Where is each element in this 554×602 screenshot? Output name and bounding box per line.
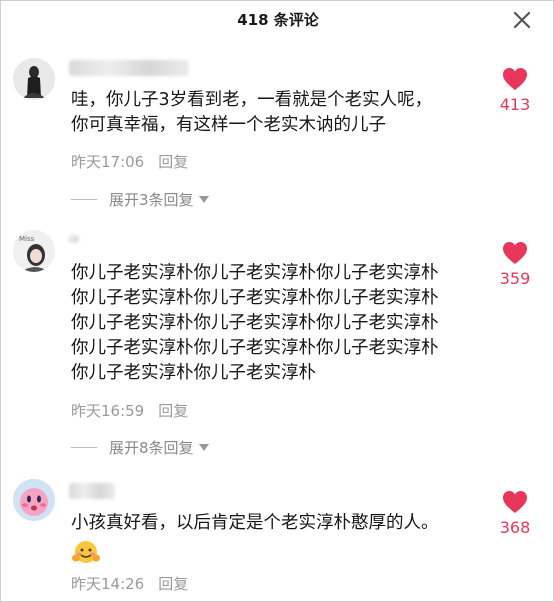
- expand-replies-label: 展开3条回复: [109, 191, 194, 209]
- caret-down-icon: [198, 196, 209, 203]
- comment-line: 你儿子老实淳朴你儿子老实淳朴你儿子老实淳朴: [71, 338, 439, 358]
- heart-icon: [503, 491, 527, 513]
- comment-text: 小孩真好看，以后肯定是个老实淳朴憨厚的人。: [71, 511, 491, 536]
- reply-button[interactable]: 回复: [158, 153, 188, 171]
- username-blurred: [69, 483, 115, 499]
- comment-line: 你儿子老实淳朴你儿子老实淳朴你儿子老实淳朴: [71, 263, 439, 283]
- comment-time: 昨天17:06: [71, 153, 145, 171]
- like-count: 368: [499, 518, 531, 537]
- svg-text:Miss: Miss: [19, 235, 35, 243]
- comment-meta: 昨天17:06 回复: [71, 151, 188, 172]
- divider-dash: [71, 199, 97, 200]
- like-count: 413: [499, 95, 531, 114]
- comments-count-title: 418 条评论: [237, 11, 319, 29]
- comment-text: 哇，你儿子3岁看到老，一看就是个老实人呢， 你可真幸福，有这样一个老实木讷的儿子: [71, 88, 491, 138]
- comment-meta: 昨天14:26 回复: [71, 573, 188, 594]
- username-blurred: [69, 60, 189, 76]
- close-icon[interactable]: [511, 9, 533, 31]
- like-count: 359: [499, 269, 531, 288]
- avatar-image: [13, 58, 55, 100]
- comment-line: 你儿子老实淳朴你儿子老实淳朴你儿子老实淳朴: [71, 313, 439, 333]
- reply-button[interactable]: 回复: [158, 575, 188, 593]
- avatar[interactable]: [13, 479, 55, 521]
- comment-line: 哇，你儿子3岁看到老，一看就是个老实人呢，: [71, 90, 433, 110]
- comment-time: 昨天16:59: [71, 402, 145, 420]
- comment-meta: 昨天16:59 回复: [71, 400, 188, 421]
- like-button[interactable]: 413: [495, 67, 535, 114]
- comment-text: 你儿子老实淳朴你儿子老实淳朴你儿子老实淳朴 你儿子老实淳朴你儿子老实淳朴你儿子老…: [71, 261, 491, 386]
- avatar-image: Miss: [13, 230, 55, 272]
- heart-icon: [503, 68, 527, 90]
- expand-replies-button[interactable]: 展开3条回复: [71, 189, 209, 210]
- avatar[interactable]: [13, 58, 55, 100]
- comments-header: 418 条评论: [1, 1, 554, 39]
- caret-down-icon: [198, 444, 209, 451]
- hug-emoji-icon: [72, 541, 100, 563]
- heart-icon: [503, 242, 527, 264]
- comment-line: 你可真幸福，有这样一个老实木讷的儿子: [71, 115, 386, 135]
- like-button[interactable]: 368: [495, 490, 535, 537]
- comment-panel: 418 条评论 哇，你儿子3岁看到老，一看就是个老实人呢， 你可真幸福，有这样一…: [0, 0, 554, 602]
- comment-time: 昨天14:26: [71, 575, 145, 593]
- comment-line: 你儿子老实淳朴你儿子老实淳朴: [71, 363, 316, 383]
- expand-replies-button[interactable]: 展开8条回复: [71, 437, 209, 458]
- username-blurred: [69, 235, 79, 243]
- avatar[interactable]: Miss: [13, 230, 55, 272]
- avatar-image: [13, 479, 55, 521]
- divider-dash: [71, 447, 97, 448]
- comment-line: 小孩真好看，以后肯定是个老实淳朴憨厚的人。: [71, 513, 439, 533]
- expand-replies-label: 展开8条回复: [109, 439, 194, 457]
- reply-button[interactable]: 回复: [158, 402, 188, 420]
- comment-line: 你儿子老实淳朴你儿子老实淳朴你儿子老实淳朴: [71, 288, 439, 308]
- like-button[interactable]: 359: [495, 241, 535, 288]
